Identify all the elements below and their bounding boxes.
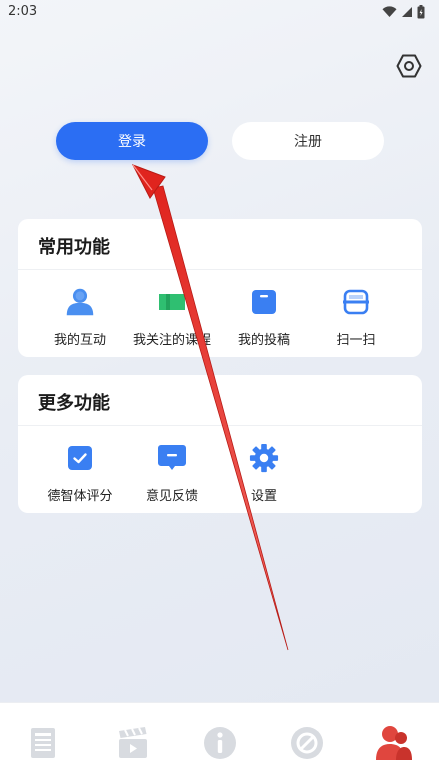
register-label: 注册 <box>294 134 322 150</box>
more-functions-card: 更多功能 德智体评分 意见反馈 设置 <box>18 375 422 513</box>
info-icon <box>204 727 236 759</box>
card-divider <box>18 269 422 270</box>
settings-label: 设置 <box>250 489 277 504</box>
feedback-label: 意见反馈 <box>145 489 198 504</box>
tab-video[interactable] <box>113 723 153 763</box>
forbidden-icon <box>291 727 323 759</box>
checkbox-icon <box>65 443 95 473</box>
tab-forbidden[interactable] <box>287 723 327 763</box>
register-button[interactable]: 注册 <box>232 122 384 160</box>
followed-courses-item[interactable]: 我关注的课程 <box>126 279 218 348</box>
my-interaction-label: 我的互动 <box>53 333 106 348</box>
person-icon <box>65 287 95 317</box>
score-label: 德智体评分 <box>47 489 113 504</box>
my-submissions-item[interactable]: 我的投稿 <box>218 279 310 348</box>
message-icon <box>157 443 187 473</box>
bottom-tab-bar <box>0 702 439 780</box>
clapperboard-icon <box>119 727 147 758</box>
common-functions-title: 常用功能 <box>38 237 110 258</box>
more-functions-title: 更多功能 <box>38 393 110 414</box>
card-divider <box>18 425 422 426</box>
scan-item[interactable]: 扫一扫 <box>310 279 402 348</box>
status-bar: 2:03 <box>0 0 439 26</box>
news-icon <box>31 728 55 758</box>
common-functions-card: 常用功能 我的互动 我关注的课程 我的投稿 扫一扫 <box>18 219 422 357</box>
settings-item[interactable]: 设置 <box>218 435 310 504</box>
scan-icon <box>341 287 371 317</box>
status-time: 2:03 <box>8 4 38 19</box>
scan-label: 扫一扫 <box>336 333 376 348</box>
feedback-item[interactable]: 意见反馈 <box>126 435 218 504</box>
bookmark-icon <box>157 287 187 317</box>
gear-icon <box>249 443 279 473</box>
tab-profile[interactable] <box>374 723 414 763</box>
wifi-icon <box>382 6 397 17</box>
followed-courses-label: 我关注的课程 <box>132 333 211 348</box>
my-interaction-item[interactable]: 我的互动 <box>34 279 126 348</box>
battery-icon <box>417 5 425 19</box>
tab-info[interactable] <box>200 723 240 763</box>
hexagon-settings-icon[interactable] <box>396 53 422 79</box>
moral-intellectual-physical-score-item[interactable]: 德智体评分 <box>34 435 126 504</box>
login-button[interactable]: 登录 <box>56 122 208 160</box>
status-icons <box>382 5 425 19</box>
my-submissions-label: 我的投稿 <box>237 333 290 348</box>
submission-icon <box>249 287 279 317</box>
login-label: 登录 <box>118 134 146 150</box>
tab-news[interactable] <box>23 723 63 763</box>
user-group-icon <box>376 726 412 760</box>
signal-icon <box>402 7 412 17</box>
